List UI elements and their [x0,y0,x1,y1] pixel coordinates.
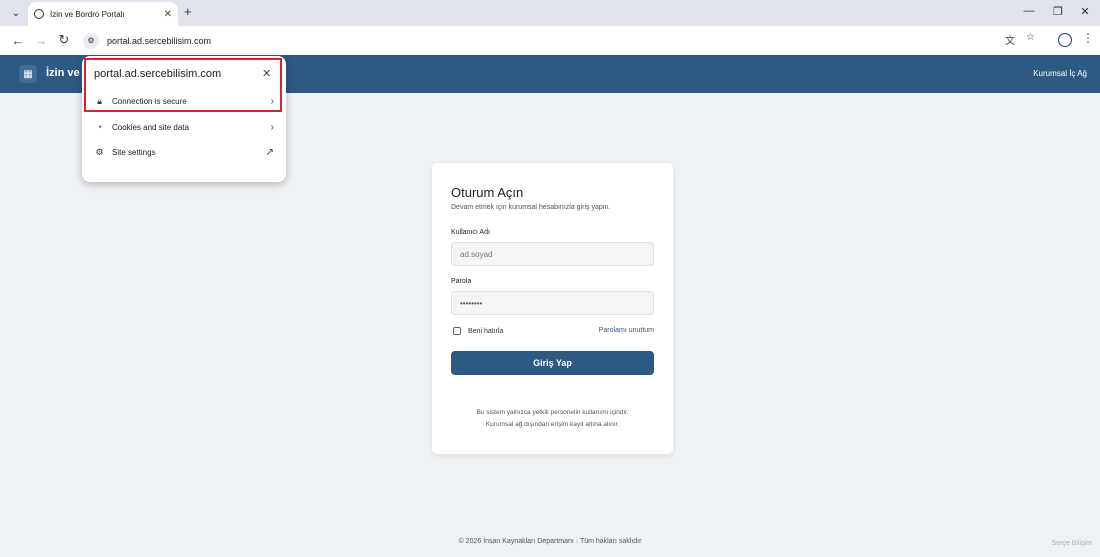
close-window-icon[interactable]: ✕ [1077,5,1093,18]
new-tab-button[interactable]: + [184,4,192,19]
chevron-down-icon: ⌄ [11,7,21,19]
gear-icon: ⚙ [95,146,104,157]
tab-strip: ⌄ İzin ve Bordro Portalı ✕ + — ❐ ✕ [0,0,1100,26]
username-label: Kullanıcı Adı [451,229,490,236]
popup-hostname: portal.ad.sercebilisim.com [94,68,222,80]
globe-icon [34,9,44,19]
tune-icon: ⚙ [87,36,95,45]
lock-icon: 🔒︎ [97,95,102,106]
external-link-icon: ↗ [265,146,274,158]
profile-icon[interactable] [1058,33,1072,47]
close-popup-icon[interactable]: ✕ [262,67,271,80]
login-subtitle: Devam etmek için kurumsal hesabınızla gi… [451,204,611,211]
login-card: Oturum Açın Devam etmek için kurumsal he… [432,163,673,454]
notice-line-2: Kurumsal ağ dışından erişim kayıt altına… [485,421,620,428]
back-button[interactable]: ← [10,32,26,48]
site-settings-row[interactable]: ⚙ Site settings ↗ [94,145,274,159]
restore-icon[interactable]: ❐ [1050,5,1066,18]
brand-watermark: Serçe Bilişim [1051,540,1092,547]
url-text[interactable]: portal.ad.sercebilisim.com [107,36,211,46]
arrow-right-icon: → [34,32,48,48]
chevron-right-icon: › [270,121,274,133]
forward-button[interactable]: → [33,32,49,48]
remember-me[interactable]: Beni hatırla [453,327,503,335]
notice-line-1: Bu sistem yalnızca yetkili personelin ku… [476,409,629,416]
forgot-password-link[interactable]: Parolamı unuttum [599,327,654,334]
minimize-icon[interactable]: — [1021,5,1037,17]
address-bar[interactable]: ⚙ portal.ad.sercebilisim.com 文 ☆ [80,30,1085,51]
remember-label: Beni hatırla [468,327,504,335]
reload-icon: ↻ [58,32,70,47]
tab-search-button[interactable]: ⌄ [8,5,24,21]
calendar-icon: ▦ [19,65,37,83]
header-network-label: Kurumsal İç Ağ [1033,69,1087,78]
tab-title: İzin ve Bordro Portalı [50,9,125,19]
reload-button[interactable]: ↻ [56,32,72,48]
close-tab-icon[interactable]: ✕ [164,9,172,20]
connection-secure-row[interactable]: 🔒︎ Connection is secure › [94,94,274,108]
more-menu-icon[interactable]: ⋮ [1082,31,1094,45]
password-field[interactable] [451,291,654,315]
chevron-right-icon: › [270,95,274,107]
connection-secure-label: Connection is secure [112,96,187,106]
site-settings-label: Site settings [112,147,156,157]
browser-toolbar: ← → ↻ ⚙ portal.ad.sercebilisim.com 文 ☆ ⋮ [0,26,1100,55]
password-label: Parola [451,278,472,285]
page-footer: © 2026 İnsan Kaynakları Departmanı · Tüm… [458,538,642,545]
bookmark-star-icon[interactable]: ☆ [1026,32,1035,43]
browser-tab[interactable]: İzin ve Bordro Portalı ✕ [28,2,178,26]
cookie-icon: ◔ [96,122,103,132]
site-info-popup: portal.ad.sercebilisim.com ✕ 🔒︎ Connecti… [82,56,286,182]
username-field[interactable] [451,242,654,266]
cookies-label: Cookies and site data [112,122,189,132]
login-title: Oturum Açın [451,185,524,200]
translate-icon[interactable]: 文 [1005,32,1015,47]
remember-checkbox[interactable] [453,327,461,335]
cookies-row[interactable]: ◔ Cookies and site data › [94,120,274,134]
site-info-button[interactable]: ⚙ [83,32,99,49]
arrow-left-icon: ← [11,32,25,48]
login-button[interactable]: Giriş Yap [451,351,654,375]
